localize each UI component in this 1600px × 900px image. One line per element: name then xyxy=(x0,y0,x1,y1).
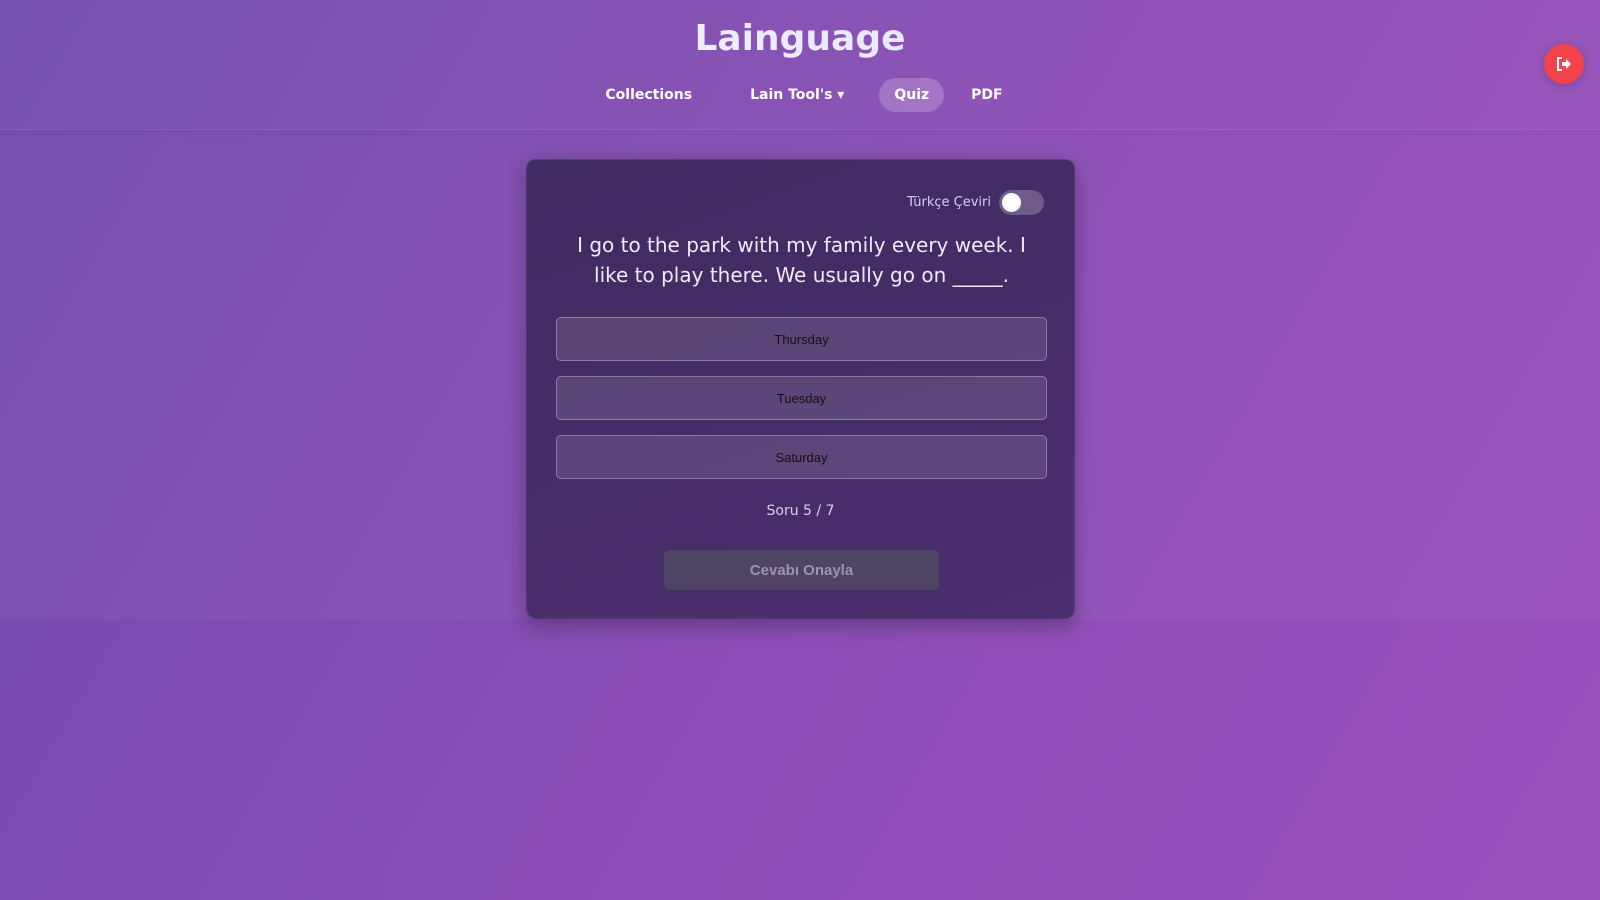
confirm-answer-button[interactable]: Cevabı Onayla xyxy=(664,550,939,590)
translation-label: Türkçe Çeviri xyxy=(907,195,991,210)
main-nav: Collections Lain Tool's ▾ Quiz PDF xyxy=(0,78,1600,112)
nav-quiz[interactable]: Quiz xyxy=(879,78,945,112)
answer-option[interactable]: Saturday xyxy=(556,435,1047,479)
nav-collections[interactable]: Collections xyxy=(590,78,707,112)
header: Lainguage Collections Lain Tool's ▾ Quiz… xyxy=(0,0,1600,130)
nav-pdf[interactable]: PDF xyxy=(956,78,1017,112)
question-counter: Soru 5 / 7 xyxy=(766,503,835,519)
answer-option[interactable]: Thursday xyxy=(556,317,1047,361)
toggle-knob xyxy=(1002,193,1021,212)
answer-options: Thursday Tuesday Saturday xyxy=(556,317,1047,494)
translation-toggle[interactable] xyxy=(999,190,1044,215)
translation-toggle-row: Türkçe Çeviri xyxy=(907,190,1044,215)
question-text: I go to the park with my family every we… xyxy=(577,233,1026,287)
quiz-card: Türkçe Çeviri I go to the park with my f… xyxy=(526,159,1075,619)
logout-icon xyxy=(1557,57,1571,71)
nav-lain-tools-dropdown[interactable]: Lain Tool's ▾ xyxy=(735,78,859,112)
answer-option[interactable]: Tuesday xyxy=(556,376,1047,420)
logout-button[interactable] xyxy=(1544,44,1584,84)
app-title: Lainguage xyxy=(0,18,1600,59)
